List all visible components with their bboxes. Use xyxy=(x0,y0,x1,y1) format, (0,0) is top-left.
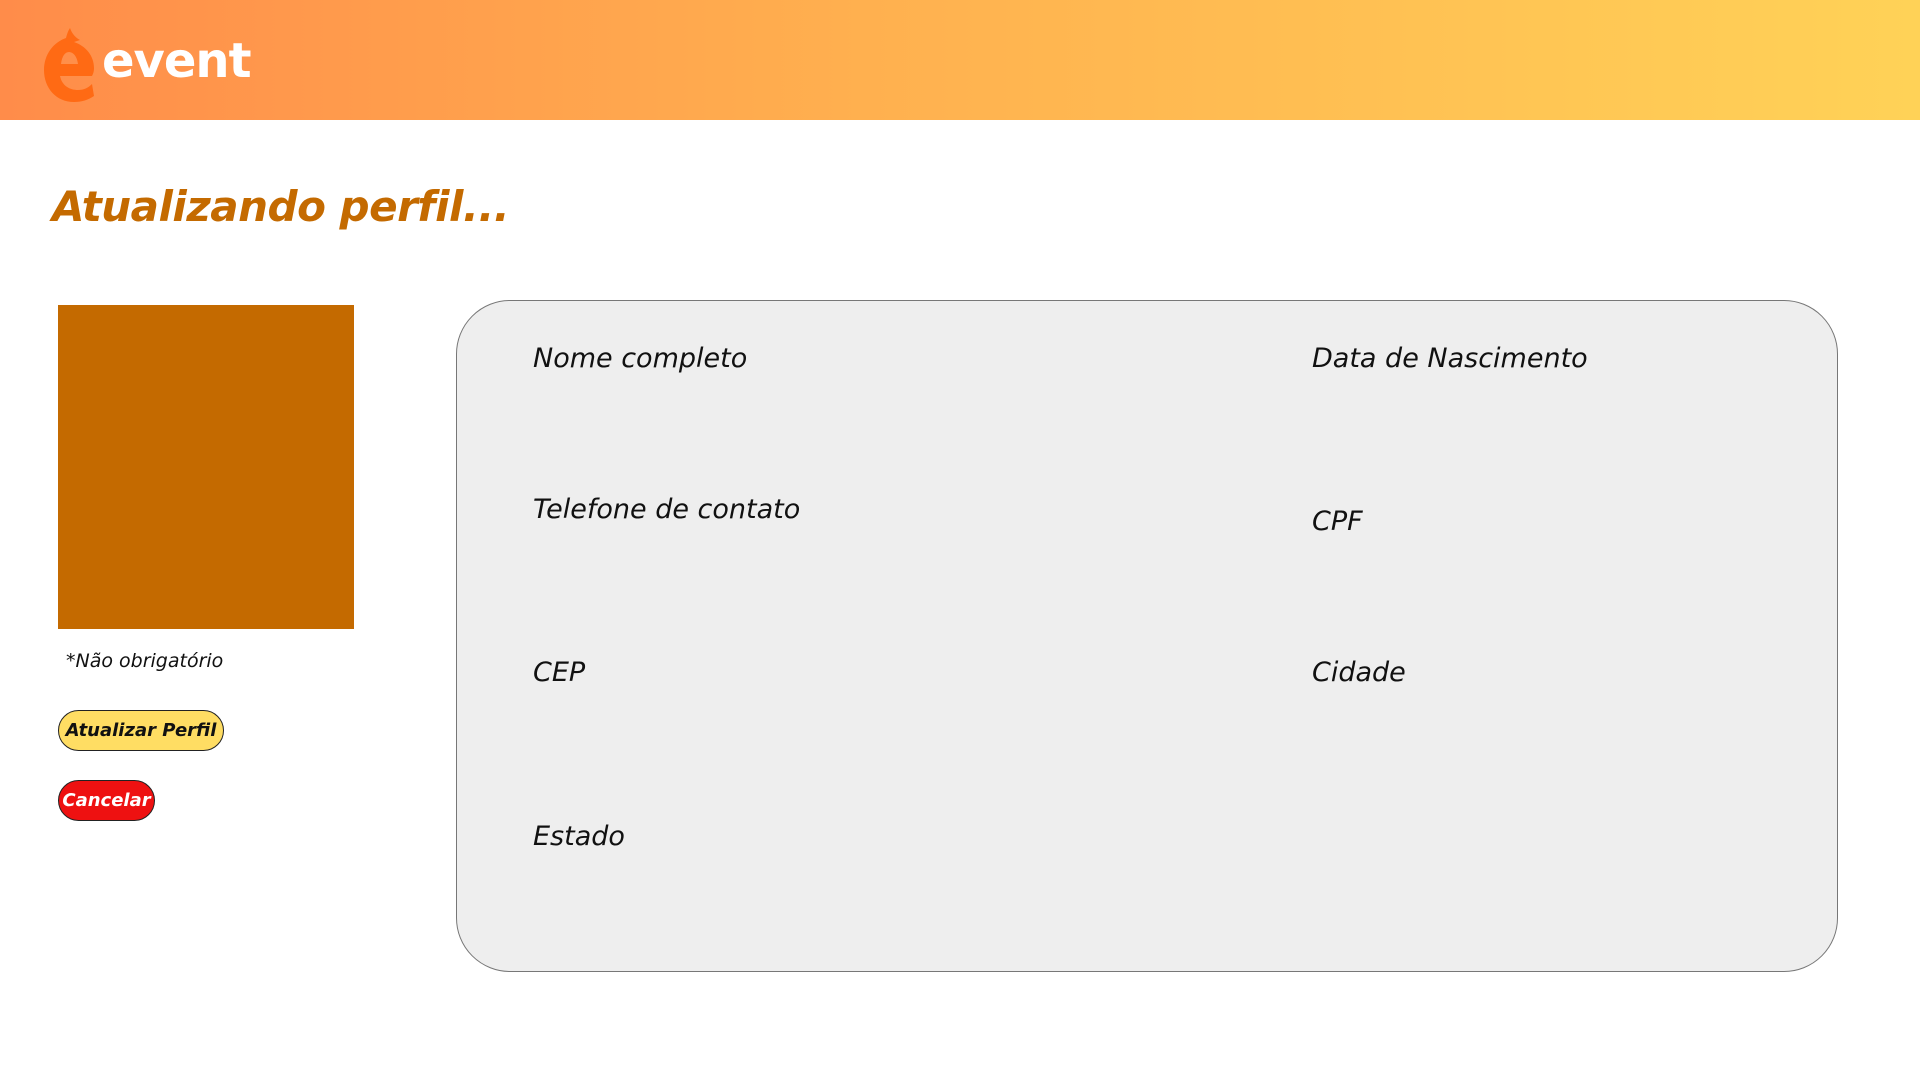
cpf-field[interactable]: CPF xyxy=(1312,506,1363,537)
full-name-field[interactable]: Nome completo xyxy=(533,343,747,374)
brand-name: event xyxy=(102,33,252,89)
profile-photo-upload[interactable] xyxy=(58,305,354,629)
top-header: event xyxy=(0,0,1920,120)
optional-note: *Não obrigatório xyxy=(66,650,224,672)
update-profile-button[interactable]: Atualizar Perfil xyxy=(58,710,224,751)
profile-form-panel: Nome completo Data de Nascimento Telefon… xyxy=(456,300,1838,972)
cancel-button[interactable]: Cancelar xyxy=(58,780,155,821)
page-title: Atualizando perfil... xyxy=(52,182,510,231)
city-field[interactable]: Cidade xyxy=(1312,657,1406,688)
brand-logo[interactable]: event xyxy=(40,24,252,104)
state-field[interactable]: Estado xyxy=(533,821,625,852)
phone-field[interactable]: Telefone de contato xyxy=(533,494,800,525)
cep-field[interactable]: CEP xyxy=(533,657,585,688)
event-e-logo-icon xyxy=(44,28,94,102)
birth-date-field[interactable]: Data de Nascimento xyxy=(1312,343,1588,374)
